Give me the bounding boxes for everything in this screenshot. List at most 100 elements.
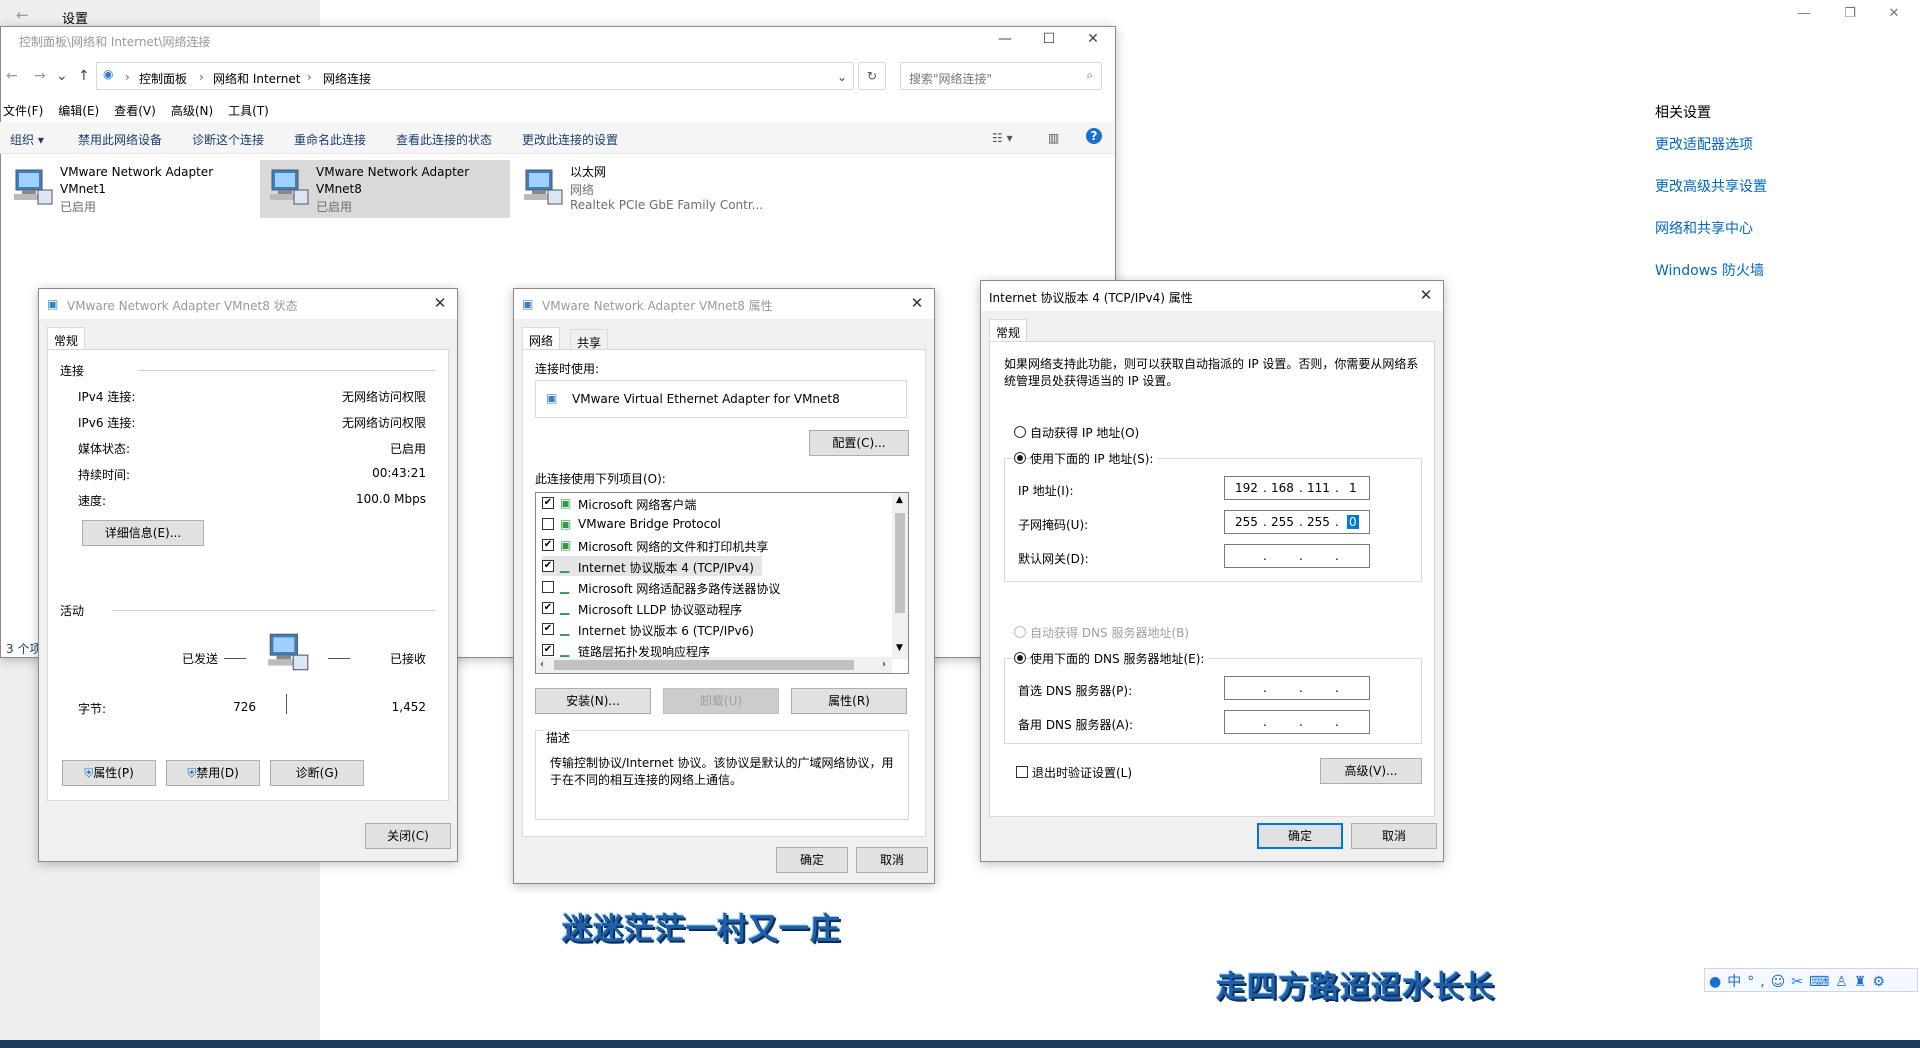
ip-label: IP 地址(I):	[1018, 484, 1074, 498]
breadcrumb-item[interactable]: 网络和 Internet	[213, 70, 300, 87]
properties-button[interactable]: ⛨属性(P)	[62, 760, 156, 786]
menu-file[interactable]: 文件(F)	[3, 104, 43, 118]
tab-sharing[interactable]: 共享	[570, 329, 609, 350]
dns2-label: 备用 DNS 服务器(A):	[1018, 718, 1134, 732]
uninstall-button[interactable]: 卸载(U)	[663, 688, 779, 714]
validate-checkbox[interactable]	[1016, 766, 1028, 778]
disable-button[interactable]: ⛨禁用(D)	[166, 760, 260, 786]
cmd-view-status[interactable]: 查看此连接的状态	[396, 131, 492, 148]
gateway-field[interactable]: ...	[1224, 544, 1370, 568]
chevron-down-icon[interactable]: ⌄	[56, 68, 68, 84]
item-properties-button[interactable]: 属性(R)	[791, 688, 907, 714]
tab-general[interactable]: 常规	[989, 319, 1028, 341]
advanced-button[interactable]: 高级(V)...	[1320, 758, 1422, 784]
cancel-button[interactable]: 取消	[1351, 823, 1437, 849]
back-arrow-icon[interactable]: ←	[16, 6, 36, 26]
radio-manual-ip[interactable]	[1014, 452, 1026, 464]
preview-pane-icon[interactable]: ▥	[1048, 131, 1059, 145]
manual-ip-label: 使用下面的 IP 地址(S):	[1030, 450, 1158, 467]
refresh-icon[interactable]: ↻	[858, 62, 886, 90]
ok-button[interactable]: 确定	[1257, 823, 1343, 849]
network-adapter-icon	[524, 169, 563, 205]
radio-manual-dns[interactable]	[1014, 652, 1026, 664]
link-network-center[interactable]: 网络和共享中心	[1655, 218, 1885, 238]
list-item-selected[interactable]: ✔ ▁ Internet 协议版本 4 (TCP/IPv4)	[542, 556, 762, 576]
dropdown-arrow-icon[interactable]: ⌄	[837, 70, 847, 84]
tab-networking[interactable]: 网络	[522, 327, 561, 349]
items-label: 此连接使用下列项目(O):	[535, 472, 666, 486]
validate-label: 退出时验证设置(L)	[1032, 766, 1133, 780]
cmd-change-settings[interactable]: 更改此连接的设置	[522, 131, 618, 148]
close-icon[interactable]: ✕	[431, 294, 449, 312]
cancel-button[interactable]: 取消	[856, 847, 928, 873]
menu-view[interactable]: 查看(V)	[114, 104, 156, 118]
protocol-icon: ▁	[560, 622, 570, 636]
adapter-item[interactable]: 以太网 网络 Realtek PCIe GbE Family Contr...	[514, 160, 774, 218]
tab-general[interactable]: 常规	[47, 327, 86, 349]
back-icon[interactable]: ←	[6, 68, 18, 84]
view-options-icon[interactable]: ☷ ▾	[992, 131, 1013, 145]
breadcrumb-item[interactable]: 控制面板	[139, 70, 187, 87]
install-button[interactable]: 安装(N)...	[535, 688, 651, 714]
protocol-icon: ▁	[560, 559, 570, 573]
cmd-diagnose[interactable]: 诊断这个连接	[192, 131, 264, 148]
protocol-icon: ▁	[560, 643, 570, 657]
link-firewall[interactable]: Windows 防火墙	[1655, 260, 1885, 280]
ok-button[interactable]: 确定	[776, 847, 848, 873]
cmd-disable[interactable]: 禁用此网络设备	[78, 131, 162, 148]
adapter-item-selected[interactable]: VMware Network Adapter VMnet8 已启用	[260, 160, 510, 218]
items-list[interactable]: ✔ ▣ Microsoft 网络客户端 ▣ VMware Bridge Protoco…	[535, 492, 909, 674]
auto-ip-label: 自动获得 IP 地址(O)	[1030, 426, 1140, 440]
item-count: 3 个项	[6, 642, 42, 656]
close-icon[interactable]: ✕	[908, 294, 926, 312]
minimize-icon[interactable]: —	[983, 27, 1027, 47]
adapter-item[interactable]: VMware Network Adapter VMnet1 已启用	[4, 160, 254, 218]
vertical-scrollbar[interactable]: ▲ ▼	[892, 493, 908, 659]
cmd-organize[interactable]: 组织 ▾	[10, 131, 44, 148]
preferred-dns-field[interactable]: ...	[1224, 676, 1370, 700]
up-arrow-icon[interactable]: ↑	[78, 68, 90, 84]
ip-address-field[interactable]: 192. 168. 111. 1	[1224, 476, 1370, 500]
media-value: 已启用	[389, 442, 426, 456]
forward-icon[interactable]: →	[34, 68, 46, 84]
radio-auto-dns[interactable]	[1014, 626, 1026, 638]
maximize-icon[interactable]: ☐	[1027, 27, 1071, 47]
breadcrumb-separator-icon: ›	[307, 70, 312, 84]
subnet-mask-field[interactable]: 255. 255. 255. 0	[1224, 510, 1370, 534]
shield-icon: ⛨	[187, 766, 197, 780]
horizontal-scrollbar[interactable]: ‹ ›	[536, 657, 892, 673]
close-icon[interactable]: ✕	[1417, 286, 1435, 304]
ipv4-intro: 如果网络支持此功能，则可以获取自动指派的 IP 设置。否则，你需要从网络系统管理…	[1004, 357, 1419, 388]
link-adapter-options[interactable]: 更改适配器选项	[1655, 134, 1885, 154]
client-icon: ▣	[560, 517, 572, 531]
link-advanced-sharing[interactable]: 更改高级共享设置	[1655, 176, 1885, 196]
user-icon: ♙	[1835, 974, 1854, 990]
search-input[interactable]: 搜索"网络连接" ⌕	[900, 62, 1102, 90]
breadcrumb-item[interactable]: 网络连接	[323, 70, 371, 87]
configure-button[interactable]: 配置(C)...	[809, 430, 909, 456]
close-icon[interactable]: ✕	[1071, 27, 1115, 47]
activity-header: 活动	[60, 604, 85, 618]
explorer-title: 控制面板\网络和 Internet\网络连接	[19, 35, 211, 49]
help-icon[interactable]: ?	[1086, 128, 1102, 144]
address-bar[interactable]: ◉ › 控制面板 › 网络和 Internet › 网络连接 ⌄	[96, 62, 854, 90]
tools-icon: ✂	[1791, 974, 1810, 990]
alternate-dns-field[interactable]: ...	[1224, 710, 1370, 734]
menu-advanced[interactable]: 高级(N)	[171, 104, 213, 118]
details-button[interactable]: 详细信息(E)...	[82, 520, 204, 546]
properties-dialog-title: VMware Network Adapter VMnet8 属性	[542, 299, 773, 313]
menu-tools[interactable]: 工具(T)	[228, 104, 269, 118]
scroll-thumb[interactable]	[895, 513, 905, 613]
restore-icon[interactable]: ❐	[1840, 6, 1860, 26]
diagnose-button[interactable]: 诊断(G)	[270, 760, 364, 786]
scroll-thumb[interactable]	[554, 660, 854, 670]
bytes-received: 1,452	[391, 700, 426, 714]
ime-toolbar[interactable]: ●中°,☺✂⌨♙♜⚙	[1704, 968, 1918, 992]
menu-edit[interactable]: 编辑(E)	[58, 104, 99, 118]
close-button[interactable]: 关闭(C)	[365, 823, 451, 849]
close-icon[interactable]: ✕	[1884, 6, 1904, 26]
search-icon: ⌕	[1086, 68, 1093, 82]
cmd-rename[interactable]: 重命名此连接	[294, 131, 366, 148]
minimize-icon[interactable]: —	[1794, 6, 1814, 26]
radio-auto-ip[interactable]	[1014, 426, 1026, 438]
